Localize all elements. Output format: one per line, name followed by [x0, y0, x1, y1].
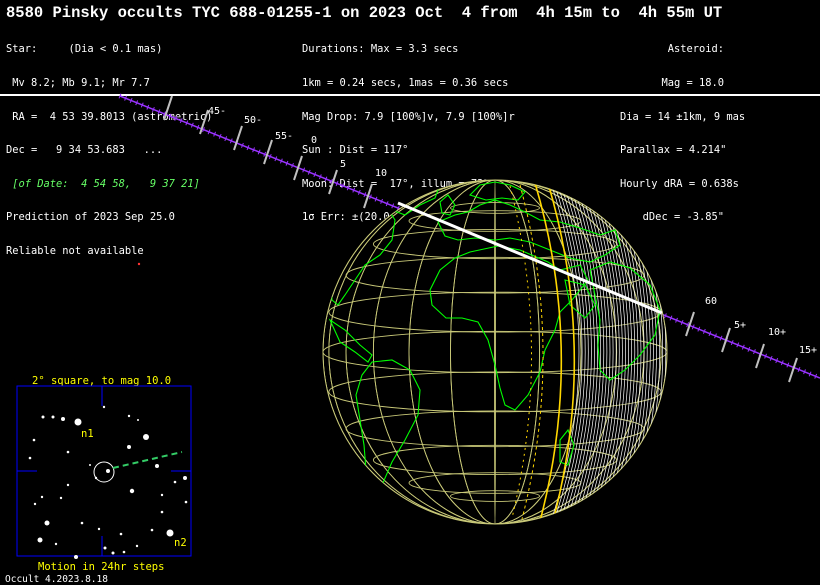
field-star	[160, 493, 164, 497]
field-star	[80, 521, 84, 525]
field-star	[54, 542, 58, 546]
track-major-tick	[788, 357, 798, 383]
field-star	[160, 510, 164, 514]
field-star	[28, 456, 32, 460]
field-star	[74, 555, 78, 559]
star-chart-title: 2° square, to mag 10.0	[32, 375, 171, 387]
field-star	[59, 496, 63, 500]
field-star	[61, 417, 65, 421]
track-major-tick	[721, 327, 731, 353]
star-label-n1: n1	[81, 428, 94, 440]
field-star	[89, 464, 91, 466]
star-chart-frame	[16, 385, 192, 557]
field-star	[129, 488, 135, 494]
software-version: Occult 4.2023.8.18	[5, 574, 108, 585]
track-label: 5+	[734, 320, 746, 331]
field-star	[66, 450, 70, 454]
asteroid-motion-line	[112, 451, 183, 469]
track-major-tick	[328, 169, 338, 195]
field-star	[44, 520, 50, 526]
field-star	[184, 500, 188, 504]
track-label: 60	[705, 296, 717, 307]
track-label: 10	[375, 168, 387, 179]
field-star	[155, 464, 159, 468]
field-star	[66, 483, 70, 487]
field-star	[137, 419, 139, 421]
track-label: 10+	[768, 327, 786, 338]
track-labels-right: 60 5+ 10+ 15+	[705, 296, 817, 356]
field-star	[37, 537, 43, 543]
field-star	[111, 551, 115, 555]
field-star	[74, 418, 82, 426]
field-star	[97, 527, 101, 531]
track-major-tick	[755, 343, 765, 369]
track-label: 50-	[244, 115, 262, 126]
track-major-tick	[233, 125, 243, 151]
field-star	[51, 415, 55, 419]
field-star	[150, 528, 154, 532]
track-major-tick	[293, 155, 303, 181]
field-star	[122, 550, 126, 554]
field-star	[32, 438, 36, 442]
field-star	[103, 546, 107, 550]
field-star	[41, 415, 45, 419]
field-star	[173, 480, 177, 484]
track-label: 55-	[275, 131, 293, 142]
field-star	[40, 495, 44, 499]
track-label: 5	[340, 159, 346, 170]
field-star	[102, 405, 106, 409]
marker-dot	[137, 262, 141, 266]
field-star	[135, 544, 139, 548]
track-label: 45-	[208, 106, 226, 117]
field-star	[127, 445, 131, 449]
field-star	[127, 414, 131, 418]
star-chart-footer: Motion in 24hr steps	[38, 561, 164, 573]
field-star	[143, 434, 149, 440]
field-star	[106, 469, 110, 473]
track-label: 0	[311, 135, 317, 146]
occultation-map: 45- 50- 55- 0 5 10 60 5+ 10+ 15+ 2° squa…	[16, 93, 820, 573]
chart-stars	[28, 405, 188, 559]
field-star	[33, 502, 37, 506]
star-chart-inset: 2° square, to mag 10.0 n1 n2 Motion in 2…	[16, 375, 192, 573]
star-label-n2: n2	[174, 537, 187, 549]
track-label: 15+	[799, 345, 817, 356]
field-star	[183, 476, 187, 480]
earth-globe	[322, 179, 668, 525]
field-star	[166, 529, 174, 537]
target-star-circle	[93, 461, 115, 483]
field-star	[119, 532, 123, 536]
